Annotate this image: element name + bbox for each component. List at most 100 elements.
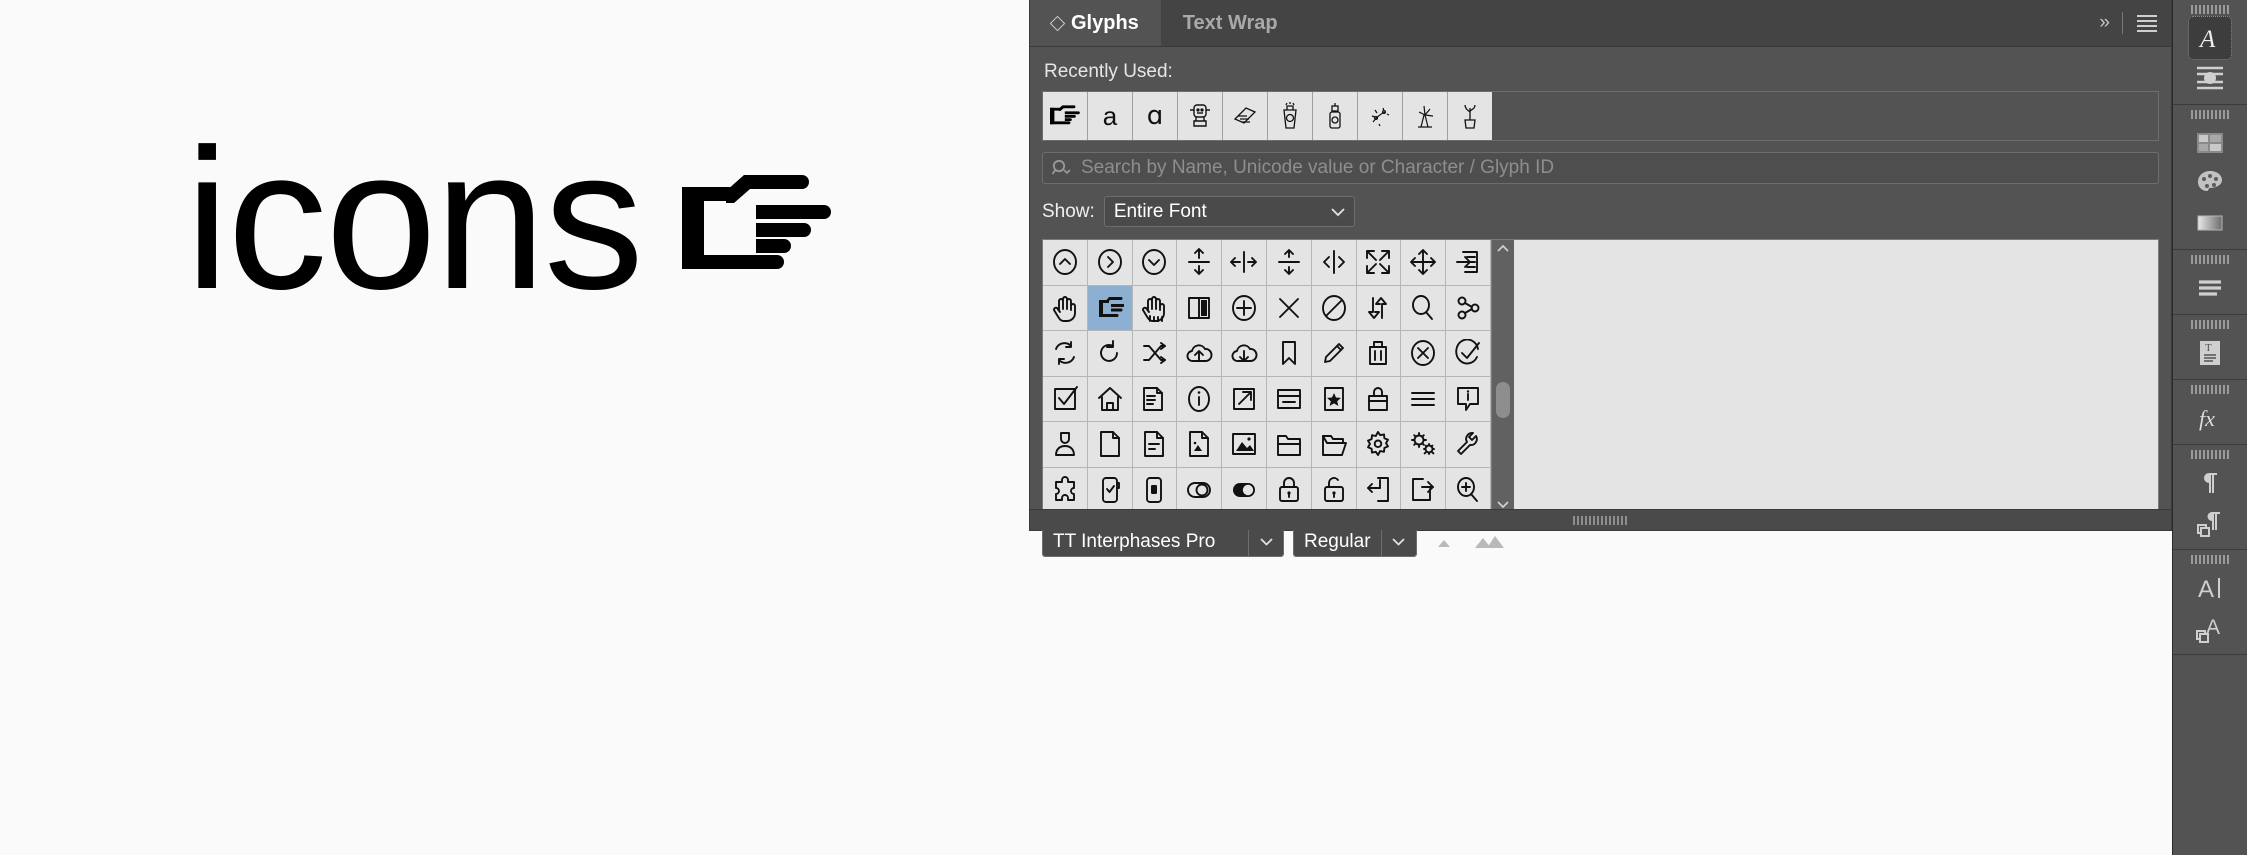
recent-glyph-5[interactable] [1268,92,1313,140]
glyph-search-field[interactable]: Search by Name, Unicode value or Charact… [1042,152,2159,184]
glyph-cell-trash-delete-icon[interactable] [1356,331,1402,377]
rail-group-grip[interactable] [2173,105,2247,123]
glyph-cell-close-x-icon[interactable] [1266,285,1312,331]
show-select[interactable]: Entire Font [1103,196,1355,227]
glyph-cell-lock-closed-icon[interactable] [1266,467,1312,513]
glyph-cell-info-circle-icon[interactable] [1177,376,1223,422]
glyph-cell-chevron-up-circle-icon[interactable] [1043,240,1088,286]
glyph-cell-file-text-icon[interactable] [1132,422,1178,468]
glyph-cell-image-picture-icon[interactable] [1222,422,1267,468]
glyph-cell-file-image-icon[interactable] [1177,422,1223,468]
rail-group-grip[interactable] [2173,445,2247,463]
gradient-icon[interactable] [2173,203,2247,243]
glyph-cell-folder-open-icon[interactable] [1311,422,1357,468]
recent-glyph-3[interactable] [1178,92,1223,140]
glyph-cell-swap-arrows-icon[interactable] [1356,285,1402,331]
font-size-small-icon[interactable] [1432,534,1458,550]
glyph-cell-resize-horizontal-icon[interactable] [1222,240,1267,286]
glyph-cell-file-blank-icon[interactable] [1087,422,1133,468]
glyph-cell-briefcase-lock-icon[interactable] [1356,376,1402,422]
glyph-cell-zoom-in-icon[interactable] [1446,467,1491,513]
glyph-cell-mobile-square-icon[interactable] [1132,467,1178,513]
tab-text-wrap[interactable]: Text Wrap [1161,0,1300,46]
glyph-cell-import-arrow-icon[interactable] [1356,467,1402,513]
text-object-icon[interactable]: A [2173,608,2247,648]
glyph-cell-gear-icon[interactable] [1356,422,1402,468]
tab-glyphs[interactable]: Glyphs [1030,0,1161,46]
show-filter-row[interactable]: Show: Entire Font [1042,196,2159,227]
recent-glyph-9[interactable] [1448,92,1492,140]
glyph-cell-magnifier-icon[interactable] [1401,285,1447,331]
glyph-cell-resize-vertical-icon[interactable] [1177,240,1223,286]
object-styles-icon[interactable] [2173,503,2247,543]
scrollbar-thumb[interactable] [1495,382,1510,418]
glyph-cell-wrench-icon[interactable] [1446,422,1491,468]
character-styles-icon[interactable]: A [2173,568,2247,608]
glyph-cell-menu-lines-icon[interactable] [1401,376,1447,422]
rail-group-grip[interactable] [2173,380,2247,398]
align-lines-icon[interactable] [2173,268,2247,308]
recently-used-strip[interactable]: a ɑ [1042,91,2159,141]
glyph-cell-check-circle-icon[interactable] [1446,331,1491,377]
color-palette-icon[interactable] [2173,163,2247,203]
font-family-select[interactable]: TT Interphases Pro [1042,526,1284,557]
glyph-cell-mobile-check-icon[interactable] [1087,467,1133,513]
effects-fx-icon[interactable]: fx [2173,398,2247,438]
paragraph-styles-icon[interactable] [2173,463,2247,503]
swatches-icon[interactable] [2173,123,2247,163]
panel-tab-bar[interactable]: Glyphs Text Wrap » [1030,0,2171,47]
glyph-grid[interactable] [1043,240,1491,513]
glyph-cell-toggle-off-icon[interactable] [1177,467,1223,513]
font-style-select[interactable]: Regular [1293,526,1417,557]
glyph-cell-chevron-right-circle-icon[interactable] [1087,240,1133,286]
glyph-cell-toggle-on-icon[interactable] [1222,467,1267,513]
recent-glyph-0[interactable] [1043,92,1088,140]
glyph-cell-book-open-icon[interactable] [1177,285,1223,331]
artwork-group[interactable]: icons [185,120,832,320]
panel-resize-footer[interactable] [1030,509,2171,530]
glyph-cell-move-four-arrows-icon[interactable] [1401,240,1447,286]
rail-group-grip[interactable] [2173,550,2247,568]
glyph-cell-puzzle-piece-icon[interactable] [1043,467,1088,513]
glyph-cell-shuffle-icon[interactable] [1132,331,1178,377]
glyph-cell-collapse-vertical-icon[interactable] [1266,240,1312,286]
glyph-cell-collapse-horizontal-icon[interactable] [1311,240,1357,286]
rail-group-grip[interactable] [2173,250,2247,268]
glyph-cell-pencil-edit-icon[interactable] [1311,331,1357,377]
glyph-grid-scrollbar[interactable] [1490,240,1514,513]
recent-glyph-4[interactable] [1223,92,1268,140]
panel-dock-rail[interactable]: A Tfx A A [2172,0,2247,855]
glyph-cell-document-list-icon[interactable] [1132,376,1178,422]
recent-glyph-8[interactable] [1403,92,1448,140]
glyph-cell-external-link-icon[interactable] [1222,376,1267,422]
scroll-up-icon[interactable] [1496,244,1510,253]
glyph-cell-indent-arrow-icon[interactable] [1446,240,1491,286]
glyph-cell-expand-diagonal-icon[interactable] [1356,240,1402,286]
glyph-cell-home-icon[interactable] [1087,376,1133,422]
font-style-chevron-down-icon[interactable] [1380,527,1416,556]
font-selection-row[interactable]: TT Interphases Pro Regular [1042,526,2159,557]
glyph-cell-forbidden-icon[interactable] [1311,285,1357,331]
scroll-down-icon[interactable] [1496,500,1510,509]
paragraph-style-icon[interactable] [2173,58,2247,98]
glyph-cell-rotate-ccw-icon[interactable] [1087,331,1133,377]
glyph-cell-cloud-upload-icon[interactable] [1177,331,1223,377]
panel-resize-grip[interactable] [1572,515,1629,525]
recent-glyph-7[interactable] [1358,92,1403,140]
glyph-cell-window-split-icon[interactable] [1266,376,1312,422]
glyph-cell-hand-open-icon[interactable] [1043,285,1088,331]
glyph-cell-pointing-hand-right-icon[interactable] [1087,285,1133,331]
recent-glyph-6[interactable] [1313,92,1358,140]
glyph-cell-share-nodes-icon[interactable] [1446,285,1491,331]
font-family-chevron-down-icon[interactable] [1248,527,1283,556]
rail-group-grip[interactable] [2173,315,2247,333]
glyph-cell-gears-double-icon[interactable] [1401,422,1447,468]
glyph-grid-container[interactable] [1042,239,2159,514]
glyph-cell-lock-open-icon[interactable] [1311,467,1357,513]
glyph-cell-hand-drag-icon[interactable] [1132,285,1178,331]
panel-menu-icon[interactable] [2137,14,2157,32]
glyph-cell-plus-circle-icon[interactable] [1222,285,1267,331]
glyph-cell-user-badge-icon[interactable] [1043,422,1088,468]
glyph-cell-export-arrow-icon[interactable] [1401,467,1447,513]
glyph-cell-star-card-icon[interactable] [1311,376,1357,422]
